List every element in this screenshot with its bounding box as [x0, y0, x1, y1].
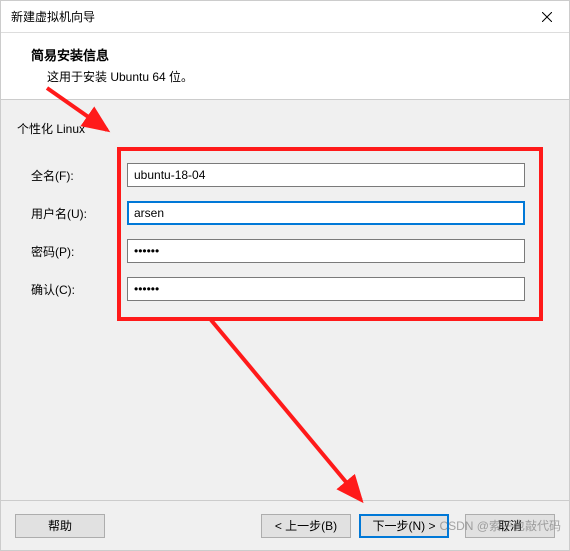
password-label: 密码(P):: [31, 243, 115, 260]
wizard-footer: 帮助 < 上一步(B) 下一步(N) > 取消: [1, 500, 569, 550]
wizard-header: 简易安装信息 这用于安装 Ubuntu 64 位。: [1, 33, 569, 100]
next-button[interactable]: 下一步(N) >: [359, 514, 449, 538]
close-button[interactable]: [524, 1, 569, 33]
confirm-password-input[interactable]: [127, 277, 525, 301]
close-icon: [542, 12, 552, 22]
header-title: 简易安装信息: [31, 45, 549, 64]
back-button[interactable]: < 上一步(B): [261, 514, 351, 538]
new-vm-wizard-dialog: 新建虚拟机向导 简易安装信息 这用于安装 Ubuntu 64 位。 个性化 Li…: [0, 0, 570, 551]
section-label: 个性化 Linux: [17, 120, 549, 137]
header-subtitle: 这用于安装 Ubuntu 64 位。: [31, 68, 549, 85]
username-input[interactable]: [127, 201, 525, 225]
username-label: 用户名(U):: [31, 205, 115, 222]
titlebar: 新建虚拟机向导: [1, 1, 569, 33]
fullname-input[interactable]: [127, 163, 525, 187]
cancel-button[interactable]: 取消: [465, 514, 555, 538]
confirm-label: 确认(C):: [31, 281, 115, 298]
window-title: 新建虚拟机向导: [11, 8, 95, 25]
password-input[interactable]: [127, 239, 525, 263]
wizard-body: 个性化 Linux 全名(F): 用户名(U): 密码(P): 确认(C):: [1, 100, 569, 500]
help-button[interactable]: 帮助: [15, 514, 105, 538]
fullname-label: 全名(F):: [31, 167, 115, 184]
form-highlight-box: 全名(F): 用户名(U): 密码(P): 确认(C):: [117, 147, 543, 321]
annotation-arrow-bottom: [181, 310, 401, 510]
